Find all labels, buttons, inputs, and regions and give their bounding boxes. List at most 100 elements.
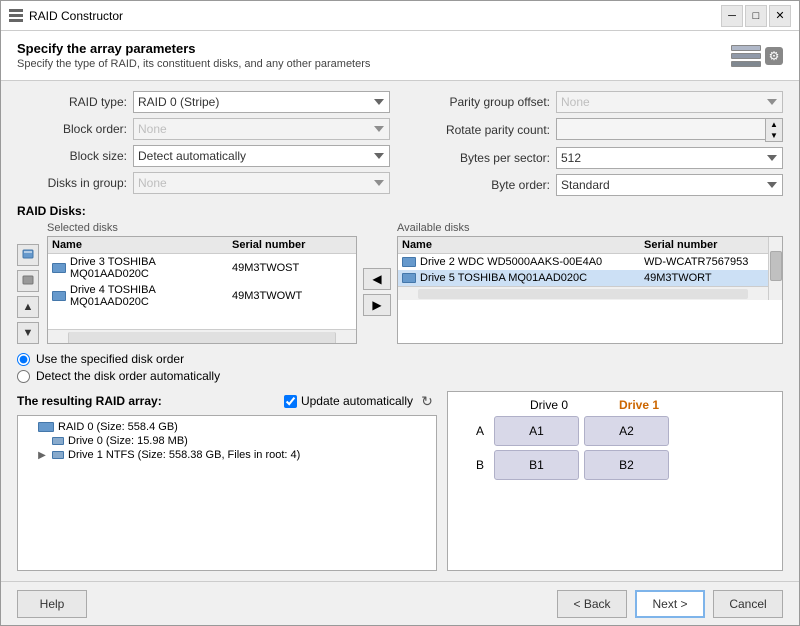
- spinner-up-button[interactable]: ▲: [766, 119, 782, 130]
- available-table-content: Name Serial number Drive 2 WDC WD5000AAK…: [398, 237, 768, 300]
- raid-type-select[interactable]: RAID 0 (Stripe): [133, 91, 390, 113]
- update-auto-checkbox[interactable]: [284, 395, 297, 408]
- spinner-down-button[interactable]: ▼: [766, 130, 782, 141]
- disk-order-radio-1[interactable]: [17, 353, 30, 366]
- drive1-header: Drive 1: [594, 398, 684, 412]
- disk-order-label-2: Detect the disk order automatically: [36, 369, 220, 383]
- disk-stack-icon: [731, 45, 761, 67]
- selected-col-serial: Serial number: [232, 239, 352, 251]
- disk-icon: [402, 273, 416, 283]
- bytes-per-sector-label: Bytes per sector:: [410, 151, 550, 165]
- help-button[interactable]: Help: [17, 590, 87, 618]
- header-section: Specify the array parameters Specify the…: [1, 31, 799, 81]
- drive-row-a: A A1 A2: [454, 416, 776, 446]
- raid-icon: [9, 9, 23, 22]
- selected-h-scrollbar[interactable]: [48, 329, 356, 343]
- disks-in-group-label: Disks in group:: [17, 176, 127, 190]
- drive-cell-b2[interactable]: B2: [584, 450, 669, 480]
- disk-icon: [52, 291, 66, 301]
- disk-order-section: Use the specified disk order Detect the …: [17, 352, 783, 383]
- disks-panels-row: ▲ ▼ Selected disks Name Serial number: [17, 222, 783, 344]
- bytes-per-sector-select[interactable]: 512: [556, 147, 783, 169]
- disks-in-group-select[interactable]: None: [133, 172, 390, 194]
- available-disk-serial: WD-WCATR7567953: [644, 256, 764, 268]
- drive-cell-a2[interactable]: A2: [584, 416, 669, 446]
- byte-order-select[interactable]: Standard: [556, 174, 783, 196]
- available-disk-row-name: Drive 5 TOSHIBA MQ01AAD020C: [402, 272, 644, 284]
- rotate-parity-row: Rotate parity count: None ▲ ▼: [410, 118, 783, 142]
- move-up-button[interactable]: ▲: [17, 296, 39, 318]
- disk-row-serial: 49M3TWOST: [232, 262, 352, 274]
- block-size-row: Block size: Detect automatically: [17, 145, 390, 167]
- next-button[interactable]: Next >: [635, 590, 705, 618]
- disk-row-name: Drive 4 TOSHIBA MQ01AAD020C: [52, 284, 232, 308]
- block-order-select[interactable]: None: [133, 118, 390, 140]
- gear-icon: ⚙: [765, 47, 783, 65]
- table-row[interactable]: Drive 5 TOSHIBA MQ01AAD020C 49M3TWORT: [398, 270, 768, 286]
- update-auto-area: Update automatically ↻: [284, 391, 437, 411]
- available-col-serial: Serial number: [644, 239, 764, 251]
- transfer-right-button[interactable]: ▶: [363, 294, 391, 316]
- raid-type-row: RAID type: RAID 0 (Stripe): [17, 91, 390, 113]
- footer-left: Help: [17, 590, 87, 618]
- available-h-scrollbar[interactable]: [398, 286, 768, 300]
- transfer-left-button[interactable]: ◀: [363, 268, 391, 290]
- disk-order-option2-row: Detect the disk order automatically: [17, 369, 783, 383]
- title-controls: ─ □ ✕: [721, 5, 791, 27]
- header-main-title: Specify the array parameters: [17, 41, 370, 56]
- tree-expand-icon[interactable]: ▶: [36, 450, 48, 461]
- disks-section-label: RAID Disks:: [17, 204, 783, 218]
- table-row[interactable]: Drive 2 WDC WD5000AAKS-00E4A0 WD-WCATR75…: [398, 254, 768, 270]
- raid-type-label: RAID type:: [17, 95, 127, 109]
- available-disk-serial: 49M3TWORT: [644, 272, 764, 284]
- selected-panel: Selected disks Name Serial number: [47, 222, 357, 344]
- raid-result-label: The resulting RAID array:: [17, 394, 162, 408]
- raid-result-panel: The resulting RAID array: Update automat…: [17, 391, 437, 571]
- table-row[interactable]: Drive 4 TOSHIBA MQ01AAD020C 49M3TWOWT: [48, 282, 356, 310]
- selected-disk-table: Name Serial number Drive 3 TOSHIBA MQ01A…: [47, 236, 357, 344]
- block-order-label: Block order:: [17, 122, 127, 136]
- maximize-button[interactable]: □: [745, 5, 767, 27]
- disks-section: RAID Disks: ▲ ▼ Selecte: [17, 204, 783, 383]
- refresh-button[interactable]: ↻: [417, 391, 437, 411]
- close-button[interactable]: ✕: [769, 5, 791, 27]
- tree-item[interactable]: RAID 0 (Size: 558.4 GB): [22, 420, 432, 434]
- disks-in-group-row: Disks in group: None: [17, 172, 390, 194]
- move-down-button[interactable]: ▼: [17, 322, 39, 344]
- parity-offset-select[interactable]: None: [556, 91, 783, 113]
- available-sublabel: Available disks: [397, 222, 783, 234]
- block-size-select[interactable]: Detect automatically: [133, 145, 390, 167]
- main-window: RAID Constructor ─ □ ✕ Specify the array…: [0, 0, 800, 626]
- minimize-button[interactable]: ─: [721, 5, 743, 27]
- header-sub-title: Specify the type of RAID, its constituen…: [17, 58, 370, 70]
- available-v-scrollbar[interactable]: [768, 237, 782, 300]
- tree-item-text: RAID 0 (Size: 558.4 GB): [58, 421, 178, 433]
- tree-item[interactable]: Drive 0 (Size: 15.98 MB): [36, 434, 432, 448]
- disk-row-serial: 49M3TWOWT: [232, 290, 352, 302]
- tree-item[interactable]: ▶ Drive 1 NTFS (Size: 558.38 GB, Files i…: [36, 448, 432, 462]
- rotate-parity-input[interactable]: None: [556, 118, 765, 140]
- disk-row-name: Drive 3 TOSHIBA MQ01AAD020C: [52, 256, 232, 280]
- cancel-button[interactable]: Cancel: [713, 590, 783, 618]
- available-col-name: Name: [402, 239, 644, 251]
- remove-disk-button[interactable]: [17, 270, 39, 292]
- available-table-inner: Name Serial number Drive 2 WDC WD5000AAK…: [398, 237, 782, 300]
- drive-cell-a1[interactable]: A1: [494, 416, 579, 446]
- add-disk-button[interactable]: [17, 244, 39, 266]
- params-row: RAID type: RAID 0 (Stripe) Block order: …: [17, 91, 783, 196]
- disk-order-radio-2[interactable]: [17, 370, 30, 383]
- selected-area: ▲ ▼ Selected disks Name Serial number: [17, 222, 357, 344]
- drive-cell-b1[interactable]: B1: [494, 450, 579, 480]
- back-button[interactable]: < Back: [557, 590, 627, 618]
- block-size-label: Block size:: [17, 149, 127, 163]
- rotate-parity-label: Rotate parity count:: [410, 123, 550, 137]
- drive-grid-header: Drive 0 Drive 1: [454, 398, 776, 412]
- bottom-section: The resulting RAID array: Update automat…: [17, 391, 783, 571]
- table-row[interactable]: Drive 3 TOSHIBA MQ01AAD020C 49M3TWOST: [48, 254, 356, 282]
- available-disk-table: Name Serial number Drive 2 WDC WD5000AAK…: [397, 236, 783, 344]
- tree-disk-icon: [52, 451, 64, 459]
- drive-row-label-a: A: [454, 424, 494, 438]
- selected-col-name: Name: [52, 239, 232, 251]
- parity-offset-row: Parity group offset: None: [410, 91, 783, 113]
- header-icon-area: ⚙: [731, 45, 783, 67]
